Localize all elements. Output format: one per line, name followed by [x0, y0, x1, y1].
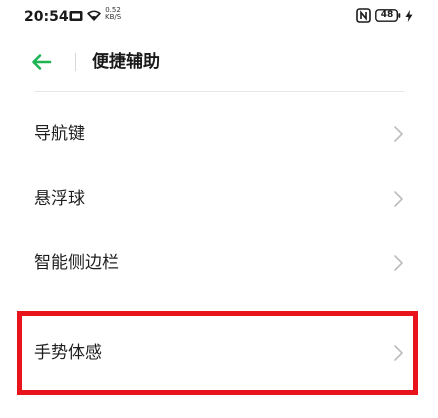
menu-item-floating-ball[interactable]: 悬浮球 [0, 168, 438, 230]
battery-level: 48 [380, 10, 394, 20]
menu-item-gestures-motions[interactable]: 手势体感 [0, 322, 438, 384]
chevron-right-icon [394, 191, 403, 207]
header: 便捷辅助 [0, 40, 438, 84]
menu-item-label: 导航键 [34, 124, 85, 144]
status-bar: 20:54 0.52 KB/S 48 [0, 0, 438, 34]
screen: 20:54 0.52 KB/S 48 便捷辅助 导航键 悬浮球 智能侧边栏 手势… [0, 0, 438, 418]
menu-item-label: 悬浮球 [34, 189, 85, 209]
menu-item-label: 智能侧边栏 [34, 253, 119, 273]
menu-item-label: 手势体感 [34, 343, 102, 363]
charging-icon [405, 10, 413, 22]
status-time: 20:54 [24, 9, 69, 25]
menu-item-navigation-keys[interactable]: 导航键 [0, 103, 438, 165]
chevron-right-icon [394, 255, 403, 271]
chevron-right-icon [394, 126, 403, 142]
chevron-right-icon [394, 345, 403, 361]
network-speed-unit: KB/S [105, 13, 122, 21]
menu-item-smart-sidebar[interactable]: 智能侧边栏 [0, 232, 438, 294]
wifi-icon [87, 10, 101, 21]
page-title: 便捷辅助 [92, 52, 160, 72]
header-divider [75, 53, 76, 71]
sim-icon [69, 11, 83, 21]
network-speed: 0.52 KB/S [105, 7, 121, 21]
nfc-icon [356, 8, 371, 23]
back-arrow-icon[interactable] [26, 50, 56, 74]
header-separator [34, 91, 404, 92]
